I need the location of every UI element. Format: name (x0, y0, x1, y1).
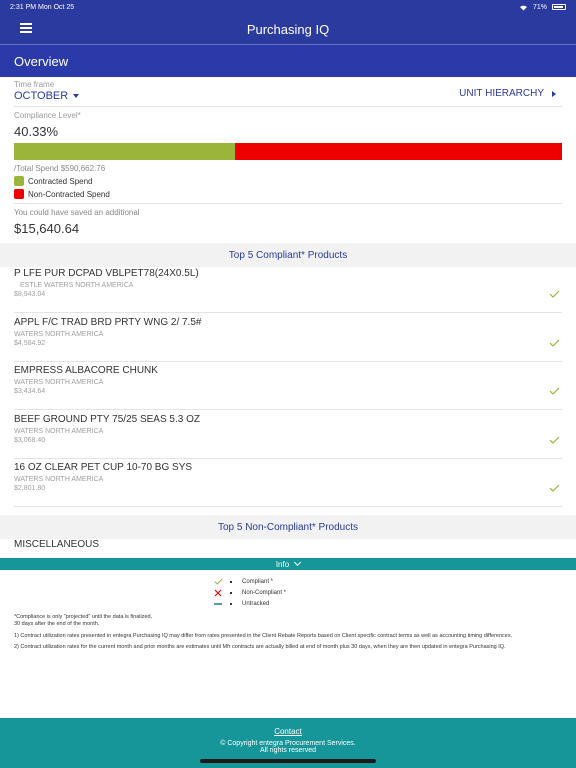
note-2: 2) Contract utilization rates for the cu… (14, 644, 506, 651)
product-name: 16 OZ CLEAR PET CUP 10-70 BG SYS (14, 462, 193, 473)
battery-icon (552, 4, 566, 10)
product-name: EMPRESS ALBACORE CHUNK (14, 365, 158, 376)
noncontracted-swatch (14, 189, 24, 199)
divider (14, 506, 562, 507)
check-icon (549, 484, 560, 492)
divider (14, 361, 562, 362)
hamburger-menu-icon[interactable] (20, 23, 32, 33)
compliance-value: 40.33% (14, 124, 59, 139)
check-icon (549, 387, 560, 395)
list-item[interactable]: APPL F/C TRAD BRD PRTY WNG 2/ 7.5# WATER… (14, 317, 562, 362)
product-name: P LFE PUR DCPAD VBLPET78(24X0.5L) (14, 268, 199, 279)
info-legend: Compliant * Non-Compliant * Untracked (212, 576, 286, 609)
chevron-down-icon (294, 558, 302, 567)
divider (14, 106, 562, 107)
bullet (230, 580, 232, 583)
legend-noncontracted-label: Non-Contracted Spend (28, 189, 110, 199)
check-icon (549, 339, 560, 347)
divider (14, 203, 562, 204)
note-1: 1) Contract utilization rates presented … (14, 632, 513, 639)
status-right: 71% (519, 4, 566, 11)
divider (14, 409, 562, 410)
list-item[interactable]: BEEF GROUND PTY 75/25 SEAS 5.3 OZ WATERS… (14, 414, 562, 459)
contracted-swatch (14, 176, 24, 186)
info-label: Info (275, 559, 290, 569)
legend-untracked: Untracked (212, 598, 286, 609)
note-compliance: *Compliance is only "projected" until th… (14, 614, 153, 628)
legend-noncontracted: Non-Contracted Spend (14, 189, 110, 199)
saved-label: You could have saved an additional (14, 208, 140, 217)
copyright: © Copyright entegra Procurement Services… (220, 740, 356, 747)
overview-title: Overview (14, 53, 69, 69)
nav-bar: Purchasing IQ (0, 14, 576, 44)
product-name: APPL F/C TRAD BRD PRTY WNG 2/ 7.5# (14, 317, 202, 328)
top-compliant-title: Top 5 Compliant* Products (228, 249, 348, 261)
compliance-bar-contracted (14, 143, 235, 160)
noncompliant-item[interactable]: MISCELLANEOUS (14, 539, 99, 550)
legend-contracted-label: Contracted Spend (28, 176, 93, 186)
app-title: Purchasing IQ (246, 21, 330, 37)
list-item[interactable]: 16 OZ CLEAR PET CUP 10-70 BG SYS WATERS … (14, 462, 562, 507)
divider (14, 312, 562, 313)
bullet (230, 591, 232, 594)
rights: All rights reserved (259, 747, 317, 754)
product-spend: $3,434.64 (14, 388, 46, 395)
timeframe-value: OCTOBER (14, 90, 69, 102)
footer: Contact © Copyright entegra Procurement … (0, 718, 576, 768)
caret-right-icon (552, 90, 556, 97)
divider (14, 458, 562, 459)
product-spend: $2,801.80 (14, 485, 46, 492)
timeframe-selector: Time frame OCTOBER (14, 80, 80, 102)
unit-hierarchy-button[interactable]: UNIT HIERARCHY (459, 88, 556, 99)
compliance-label: Compliance Level* (14, 111, 81, 120)
battery-percent: 71% (532, 3, 547, 11)
bullet (230, 602, 232, 605)
home-indicator[interactable] (200, 759, 376, 763)
saved-value: $15,640.64 (14, 221, 80, 236)
info-notes: *Compliance is only "projected" until th… (14, 614, 554, 656)
compliance-bar (14, 143, 562, 160)
info-toggle[interactable]: Info (0, 558, 576, 570)
timeframe-label: Time frame (14, 80, 55, 89)
top-noncompliant-title: Top 5 Non-Compliant* Products (217, 521, 359, 533)
check-icon (549, 290, 560, 298)
check-icon (213, 578, 223, 585)
legend-compliant: Compliant * (212, 576, 286, 587)
product-manufacturer: ESTLE WATERS NORTH AMERICA (20, 282, 134, 289)
product-spend: $8,943.04 (14, 291, 46, 298)
unit-hierarchy-label: UNIT HIERARCHY (459, 88, 544, 99)
status-bar: 2:31 PM Mon Oct 25 71% (0, 0, 576, 14)
wifi-icon (519, 5, 527, 10)
product-manufacturer: WATERS NORTH AMERICA (14, 428, 104, 435)
legend-untracked-label: Untracked (242, 600, 270, 607)
top-compliant-header: Top 5 Compliant* Products (0, 243, 576, 267)
product-spend: $4,584.92 (14, 340, 46, 347)
list-item[interactable]: EMPRESS ALBACORE CHUNK WATERS NORTH AMER… (14, 365, 562, 410)
caret-down-icon (73, 94, 80, 98)
product-manufacturer: WATERS NORTH AMERICA (14, 331, 104, 338)
legend-compliant-label: Compliant * (242, 578, 274, 585)
product-name: BEEF GROUND PTY 75/25 SEAS 5.3 OZ (14, 414, 200, 425)
legend-contracted: Contracted Spend (14, 176, 93, 186)
check-icon (549, 436, 560, 444)
overview-header: Overview (0, 44, 576, 77)
top-noncompliant-header: Top 5 Non-Compliant* Products (0, 515, 576, 539)
list-item[interactable]: P LFE PUR DCPAD VBLPET78(24X0.5L) ESTLE … (14, 268, 562, 313)
product-spend: $3,068.40 (14, 437, 46, 444)
legend-noncompliant: Non-Compliant * (212, 587, 286, 598)
dash-icon (214, 602, 222, 605)
product-manufacturer: WATERS NORTH AMERICA (14, 476, 104, 483)
legend-noncompliant-label: Non-Compliant * (242, 589, 287, 596)
x-icon (214, 589, 222, 596)
contact-link[interactable]: Contact (274, 727, 302, 736)
timeframe-dropdown[interactable]: OCTOBER (14, 90, 80, 102)
product-manufacturer: WATERS NORTH AMERICA (14, 379, 104, 386)
status-time: 2:31 PM Mon Oct 25 (10, 3, 75, 11)
compliance-bar-noncontracted (235, 143, 562, 160)
total-spend: /Total Spend $590,662.76 (14, 164, 106, 173)
